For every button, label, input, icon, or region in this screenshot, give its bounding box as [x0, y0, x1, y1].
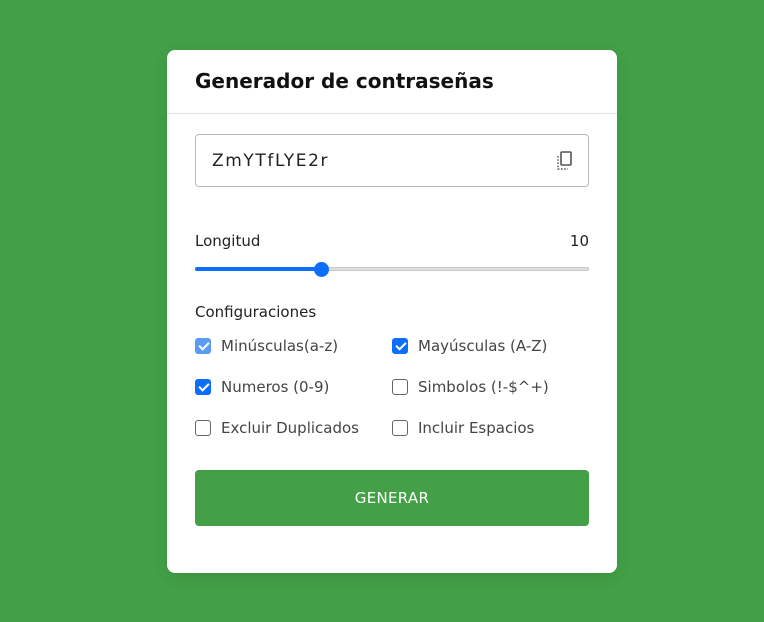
option-label: Mayúsculas (A-Z): [418, 336, 548, 355]
option-label: Excluir Duplicados: [221, 418, 359, 437]
option-symbols[interactable]: Simbolos (!-$^+): [392, 376, 589, 397]
exclude-duplicates-checkbox[interactable]: [195, 419, 211, 436]
slider-fill: [195, 267, 321, 271]
length-row: Longitud 10: [195, 232, 589, 250]
option-numbers[interactable]: Numeros (0-9): [195, 376, 392, 397]
option-label: Minúsculas(a-z): [221, 336, 339, 355]
option-label: Simbolos (!-$^+): [418, 377, 549, 396]
option-lowercase[interactable]: Minúsculas(a-z): [195, 335, 392, 356]
option-exclude-duplicates[interactable]: Excluir Duplicados: [195, 417, 392, 438]
settings-title: Configuraciones: [195, 303, 317, 321]
copy-icon[interactable]: [554, 150, 574, 172]
option-uppercase[interactable]: Mayúsculas (A-Z): [392, 335, 589, 356]
password-output-field[interactable]: [196, 135, 536, 186]
password-field-container: [195, 134, 589, 187]
password-generator-card: Generador de contraseñas Longitud 10 Con…: [167, 50, 617, 573]
lowercase-checkbox[interactable]: [195, 337, 211, 354]
include-spaces-checkbox[interactable]: [392, 419, 408, 436]
card-header: Generador de contraseñas: [167, 50, 617, 114]
option-include-spaces[interactable]: Incluir Espacios: [392, 417, 589, 438]
option-label: Incluir Espacios: [418, 418, 535, 437]
length-slider[interactable]: [195, 261, 589, 277]
length-value: 10: [569, 232, 589, 250]
symbols-checkbox[interactable]: [392, 378, 408, 395]
length-label: Longitud: [195, 232, 261, 250]
slider-thumb[interactable]: [314, 262, 329, 277]
card-body: Longitud 10 Configuraciones Minúsculas(a…: [167, 114, 617, 526]
option-label: Numeros (0-9): [221, 377, 330, 396]
page-title: Generador de contraseñas: [195, 69, 494, 93]
generate-button[interactable]: GENERAR: [195, 470, 589, 526]
numbers-checkbox[interactable]: [195, 378, 211, 395]
settings-options: Minúsculas(a-z) Mayúsculas (A-Z) Numeros…: [195, 335, 589, 438]
uppercase-checkbox[interactable]: [392, 337, 408, 354]
